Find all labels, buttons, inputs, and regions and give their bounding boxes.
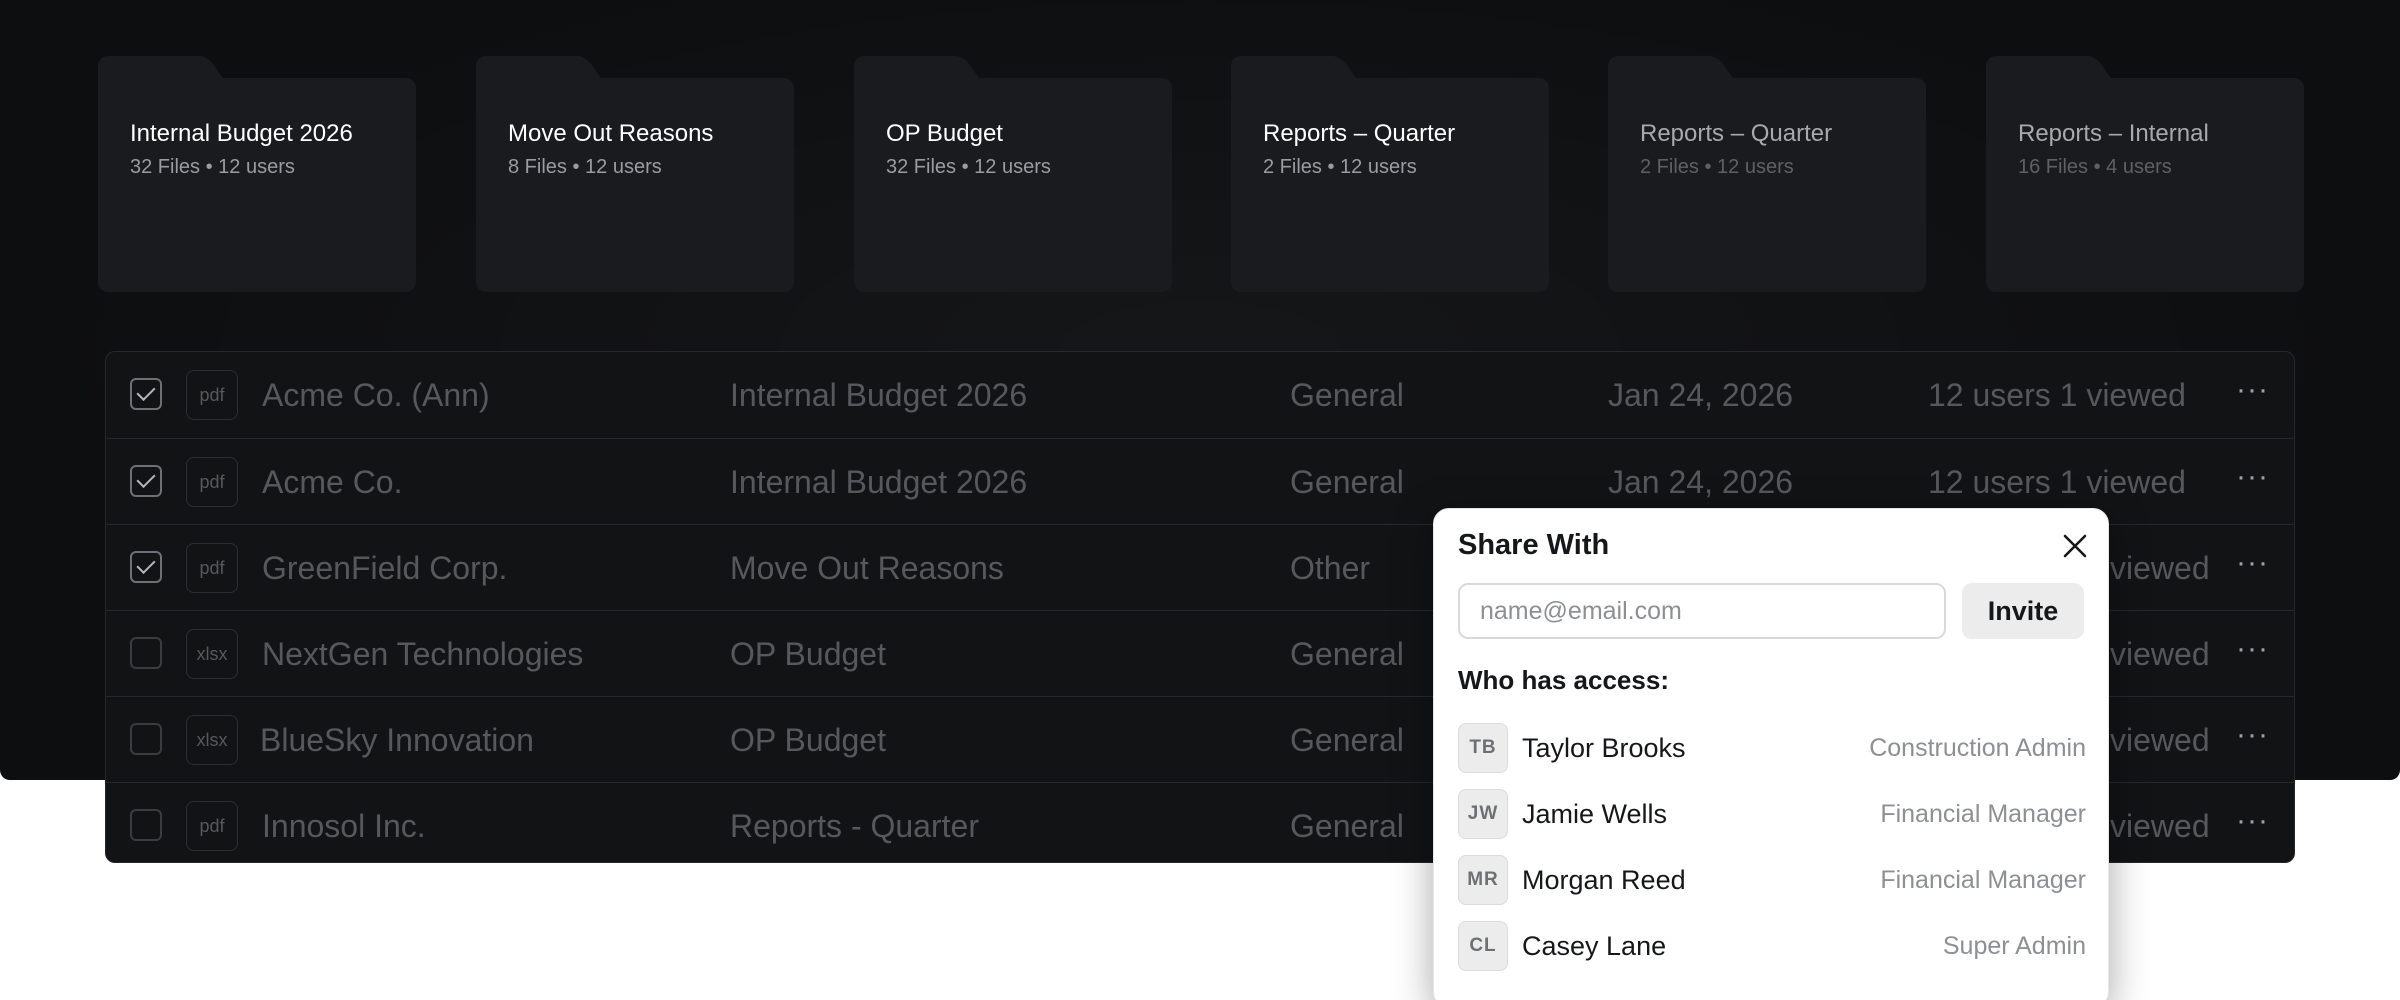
file-name: Innosol Inc. — [262, 808, 426, 844]
folder-meta: 32 Files • 12 users — [130, 156, 295, 178]
file-category: General — [1290, 377, 1404, 413]
folder-title: Move Out Reasons — [508, 120, 714, 147]
file-category: Other — [1290, 550, 1371, 586]
file-folder: Internal Budget 2026 — [730, 377, 1028, 413]
share-title: Share With — [1458, 529, 1610, 561]
email-input[interactable] — [1458, 583, 1946, 639]
person-name: Jamie Wells — [1522, 799, 1668, 829]
file-access: viewed — [2110, 636, 2210, 672]
avatar: MR — [1458, 855, 1508, 905]
more-options-icon[interactable]: ··· — [2236, 697, 2269, 783]
folder-body — [1608, 78, 1926, 292]
person-role: Financial Manager — [1880, 866, 2086, 894]
access-list-item[interactable]: TB Taylor Brooks Construction Admin — [1458, 723, 2086, 773]
file-date: Jan 24, 2026 — [1608, 377, 1794, 413]
more-options-icon[interactable]: ··· — [2236, 352, 2269, 438]
close-icon[interactable] — [2062, 533, 2088, 559]
person-name: Morgan Reed — [1522, 865, 1686, 895]
more-options-icon[interactable]: ··· — [2236, 439, 2269, 525]
folder-title: Internal Budget 2026 — [130, 120, 353, 147]
file-folder: Move Out Reasons — [730, 550, 1004, 586]
folder-card[interactable]: Reports – Quarter 2 Files • 12 users — [1231, 56, 1549, 292]
row-checkbox[interactable] — [130, 551, 162, 583]
row-checkbox[interactable] — [130, 809, 162, 841]
file-type-badge: pdf — [186, 801, 238, 851]
file-name: Acme Co. (Ann) — [262, 377, 490, 413]
access-list-item[interactable]: CL Casey Lane Super Admin — [1458, 921, 2086, 971]
file-folder: Internal Budget 2026 — [730, 464, 1028, 500]
file-category: General — [1290, 636, 1404, 672]
folder-card[interactable]: Move Out Reasons 8 Files • 12 users — [476, 56, 794, 292]
more-options-icon[interactable]: ··· — [2236, 783, 2269, 862]
person-name: Casey Lane — [1522, 931, 1667, 961]
row-checkbox[interactable] — [130, 637, 162, 669]
file-access: viewed — [2110, 808, 2210, 844]
person-role: Financial Manager — [1880, 800, 2086, 828]
folder-card[interactable]: Internal Budget 2026 32 Files • 12 users — [98, 56, 416, 292]
file-category: General — [1290, 808, 1404, 844]
avatar: JW — [1458, 789, 1508, 839]
invite-button[interactable]: Invite — [1962, 583, 2084, 639]
folder-body — [1231, 78, 1549, 292]
folder-grid: Internal Budget 2026 32 Files • 12 users… — [98, 56, 2304, 292]
folder-body — [476, 78, 794, 292]
row-checkbox[interactable] — [130, 723, 162, 755]
folder-title: Reports – Quarter — [1640, 120, 1833, 147]
folder-meta: 16 Files • 4 users — [2018, 156, 2172, 178]
folder-body — [98, 78, 416, 292]
file-type-badge: xlsx — [186, 629, 238, 679]
file-type-badge: pdf — [186, 543, 238, 593]
file-folder: OP Budget — [730, 722, 886, 758]
file-category: General — [1290, 722, 1404, 758]
folder-body — [1986, 78, 2304, 292]
file-type-badge: pdf — [186, 370, 238, 420]
file-access: 12 users 1 viewed — [1928, 377, 2186, 413]
row-checkbox[interactable] — [130, 465, 162, 497]
access-list-item[interactable]: JW Jamie Wells Financial Manager — [1458, 789, 2086, 839]
file-category: General — [1290, 464, 1404, 500]
file-type-badge: xlsx — [186, 715, 238, 765]
person-role: Construction Admin — [1869, 734, 2086, 762]
file-folder: Reports - Quarter — [730, 808, 979, 844]
table-row[interactable]: pdf Acme Co. (Ann) Internal Budget 2026 … — [106, 352, 2294, 438]
person-name: Taylor Brooks — [1522, 733, 1686, 763]
share-popover: Share With Invite Who has access: TB Tay… — [1433, 508, 2109, 1000]
folder-meta: 2 Files • 12 users — [1640, 156, 1794, 178]
folder-title: Reports – Internal — [2018, 120, 2209, 147]
file-name: BlueSky Innovation — [260, 722, 534, 758]
access-heading: Who has access: — [1458, 665, 1669, 695]
file-name: NextGen Technologies — [262, 636, 584, 672]
folder-card[interactable]: Reports – Quarter 2 Files • 12 users — [1608, 56, 1926, 292]
folder-card[interactable]: OP Budget 32 Files • 12 users — [854, 56, 1172, 292]
folder-meta: 32 Files • 12 users — [886, 156, 1051, 178]
person-role: Super Admin — [1942, 932, 2086, 960]
file-access: viewed — [2110, 722, 2210, 758]
folder-title: OP Budget — [886, 120, 1003, 147]
more-options-icon[interactable]: ··· — [2236, 611, 2269, 697]
file-type-badge: pdf — [186, 457, 238, 507]
folder-title: Reports – Quarter — [1263, 120, 1456, 147]
folder-meta: 2 Files • 12 users — [1263, 156, 1417, 178]
folder-meta: 8 Files • 12 users — [508, 156, 662, 178]
file-name: GreenField Corp. — [262, 550, 508, 586]
folder-card[interactable]: Reports – Internal 16 Files • 4 users — [1986, 56, 2304, 292]
file-name: Acme Co. — [262, 464, 403, 500]
avatar: TB — [1458, 723, 1508, 773]
file-access: viewed — [2110, 550, 2210, 586]
access-list-item[interactable]: MR Morgan Reed Financial Manager — [1458, 855, 2086, 905]
more-options-icon[interactable]: ··· — [2236, 525, 2269, 611]
file-folder: OP Budget — [730, 636, 886, 672]
folder-body — [854, 78, 1172, 292]
row-checkbox[interactable] — [130, 378, 162, 410]
avatar: CL — [1458, 921, 1508, 971]
